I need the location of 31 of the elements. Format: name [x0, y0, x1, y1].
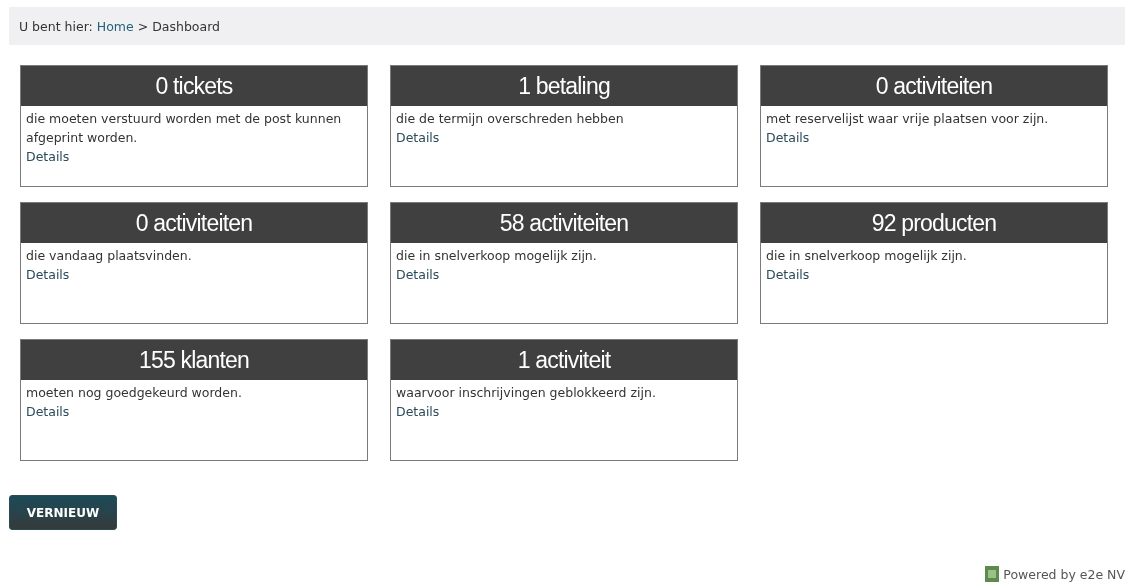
card-title: 0 tickets — [155, 72, 233, 100]
card-title: 1 betaling — [518, 72, 610, 100]
card-description: waarvoor inschrijvingen geblokkeerd zijn. — [396, 384, 656, 402]
card-description: met reservelijst waar vrije plaatsen voor zijn. — [766, 110, 1049, 128]
card-title: 0 activiteiten — [135, 209, 253, 237]
details-link[interactable]: Details — [396, 265, 440, 284]
details-link[interactable]: Details — [26, 147, 70, 166]
details-link[interactable]: Details — [26, 402, 70, 421]
card-description: die in snelverkoop mogelijk zijn. — [766, 247, 967, 265]
details-link[interactable]: Details — [396, 128, 440, 147]
details-link[interactable]: Details — [26, 265, 70, 284]
card-description: die moeten verstuurd worden met de post kunnen afgeprint worden. — [26, 110, 343, 147]
refresh-button[interactable]: VERNIEUW — [9, 495, 117, 530]
card-description: die vandaag plaatsvinden. — [26, 247, 192, 265]
card-title: 155 klanten — [138, 346, 250, 374]
breadcrumb-separator: > — [137, 18, 149, 34]
card-title: 0 activiteiten — [875, 72, 993, 100]
logo-icon — [985, 566, 1000, 582]
card-title: 92 producten — [871, 209, 997, 237]
card-description: die de termijn overschreden hebben — [396, 110, 624, 128]
card-description: moeten nog goedgekeurd worden. — [26, 384, 242, 402]
breadcrumb-label: U bent hier: — [19, 18, 93, 34]
details-link[interactable]: Details — [766, 128, 810, 147]
card-title: 1 activiteit — [517, 346, 611, 374]
breadcrumb-current: Dashboard — [152, 18, 220, 34]
footer-text: Powered by e2e NV — [1003, 566, 1125, 582]
breadcrumb-link[interactable]: Home — [96, 18, 134, 34]
card-title: 58 activiteiten — [499, 209, 629, 237]
details-link[interactable]: Details — [396, 402, 440, 421]
card-description: die in snelverkoop mogelijk zijn. — [396, 247, 597, 265]
details-link[interactable]: Details — [766, 265, 810, 284]
